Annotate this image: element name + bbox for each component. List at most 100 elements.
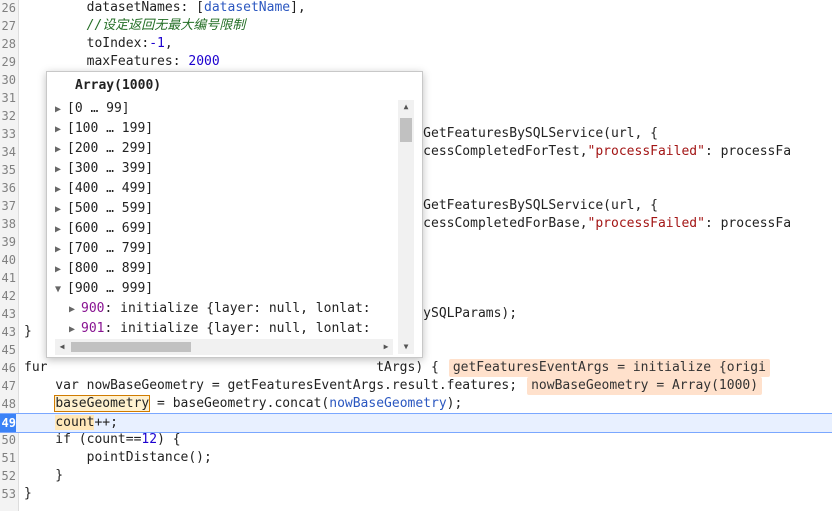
- array-range-item[interactable]: ▶ [100 … 199]: [55, 119, 435, 139]
- array-range-item[interactable]: ▶ [400 … 499]: [55, 179, 435, 199]
- code-token: }: [24, 486, 32, 501]
- line-number[interactable]: 53: [0, 485, 16, 503]
- collapsed-triangle-icon[interactable]: ▶: [55, 160, 67, 180]
- array-range-label: [300 … 399]: [67, 161, 154, 176]
- line-number[interactable]: 27: [0, 17, 16, 35]
- line-number[interactable]: 50: [0, 431, 16, 449]
- array-range-label: [900 … 999]: [67, 281, 154, 296]
- code-token: pointDistance();: [24, 450, 212, 465]
- line-number[interactable]: 34: [0, 143, 16, 161]
- code-line: 27 //设定返回无最大编号限制: [0, 17, 832, 35]
- array-element-value: initialize {layer: null, lonlat:: [120, 301, 371, 316]
- code-token: var nowBaseGeometry = getFeaturesEventAr…: [24, 378, 518, 393]
- code-token: //设定返回无最大编号限制: [24, 18, 246, 33]
- code-line: 52 }: [0, 467, 832, 485]
- array-range-label: [700 … 799]: [67, 241, 154, 256]
- array-group-list: ▶ [0 … 99] ▶ [100 … 199] ▶ [200 … 299] ▶ [300 ……: [55, 99, 435, 359]
- popover-title: Array(1000): [75, 78, 162, 93]
- line-number[interactable]: 36: [0, 179, 16, 197]
- array-range-item[interactable]: ▶ [0 … 99]: [55, 99, 435, 119]
- scroll-thumb[interactable]: [400, 118, 412, 142]
- collapsed-triangle-icon[interactable]: ▶: [55, 120, 67, 140]
- line-number[interactable]: 31: [0, 89, 16, 107]
- code-line: 49 count++;: [0, 413, 832, 433]
- line-number[interactable]: 45: [0, 341, 16, 359]
- code-token: "processFailed": [587, 144, 705, 159]
- array-element-item[interactable]: ▶ 900: initialize {layer: null, lonlat:: [55, 299, 435, 319]
- collapsed-triangle-icon[interactable]: ▶: [55, 200, 67, 220]
- scroll-up-arrow-icon[interactable]: ▲: [398, 100, 414, 114]
- collapsed-triangle-icon[interactable]: ▶: [69, 300, 81, 320]
- array-range-label: [500 … 599]: [67, 201, 154, 216]
- line-number[interactable]: 26: [0, 0, 16, 17]
- line-number[interactable]: 30: [0, 71, 16, 89]
- code-text: maxFeatures: 2000: [24, 53, 220, 71]
- expanded-triangle-icon[interactable]: ▼: [55, 280, 67, 300]
- code-line: 26 datasetNames: [datasetName],: [0, 0, 832, 17]
- collapsed-triangle-icon[interactable]: ▶: [55, 260, 67, 280]
- line-number[interactable]: 43: [0, 323, 16, 341]
- line-number[interactable]: 40: [0, 251, 16, 269]
- line-number[interactable]: 39: [0, 233, 16, 251]
- collapsed-triangle-icon[interactable]: ▶: [55, 180, 67, 200]
- code-text: }: [24, 323, 32, 341]
- array-element-value: initialize {layer: null, lonlat:: [120, 321, 371, 336]
- scroll-right-arrow-icon[interactable]: ▶: [379, 339, 393, 355]
- collapsed-triangle-icon[interactable]: ▶: [55, 140, 67, 160]
- collapsed-triangle-icon[interactable]: ▶: [55, 240, 67, 260]
- code-token: : processFa: [704, 144, 792, 159]
- line-number[interactable]: 41: [0, 269, 16, 287]
- code-token: ],: [290, 0, 306, 15]
- array-range-label: [600 … 699]: [67, 221, 154, 236]
- array-range-item[interactable]: ▶ [300 … 399]: [55, 159, 435, 179]
- code-token: = baseGeometry.concat(: [149, 396, 330, 411]
- code-token: ) {: [157, 432, 181, 447]
- code-token: }: [24, 324, 32, 339]
- array-range-label: [0 … 99]: [67, 101, 130, 116]
- array-element-item[interactable]: ▶ 901: initialize {layer: null, lonlat:: [55, 319, 435, 339]
- collapsed-triangle-icon[interactable]: ▶: [69, 320, 81, 340]
- line-number[interactable]: 47: [0, 377, 16, 395]
- array-range-item[interactable]: ▶ [700 … 799]: [55, 239, 435, 259]
- line-number[interactable]: 29: [0, 53, 16, 71]
- popover-horizontal-scrollbar[interactable]: ◀ ▶: [55, 339, 393, 355]
- array-range-item[interactable]: ▶ [500 … 599]: [55, 199, 435, 219]
- line-number[interactable]: 42: [0, 287, 16, 305]
- code-line: 51 pointDistance();: [0, 449, 832, 467]
- line-number[interactable]: 43: [0, 305, 16, 323]
- collapsed-triangle-icon[interactable]: ▶: [55, 100, 67, 120]
- code-text: pointDistance();: [24, 449, 212, 467]
- array-range-item[interactable]: ▼ [900 … 999]: [55, 279, 435, 299]
- line-number[interactable]: 38: [0, 215, 16, 233]
- key-separator: :: [104, 301, 121, 316]
- array-range-item[interactable]: ▶ [600 … 699]: [55, 219, 435, 239]
- scroll-down-arrow-icon[interactable]: ▼: [398, 340, 414, 354]
- code-token: }: [24, 468, 64, 483]
- line-number[interactable]: 33: [0, 125, 16, 143]
- line-number[interactable]: 51: [0, 449, 16, 467]
- line-number[interactable]: 37: [0, 197, 16, 215]
- key-separator: :: [104, 321, 121, 336]
- code-text: }: [24, 467, 63, 485]
- line-number[interactable]: 28: [0, 35, 16, 53]
- array-index-key: 900: [81, 301, 105, 316]
- code-text: }: [24, 485, 32, 503]
- collapsed-triangle-icon[interactable]: ▶: [55, 220, 67, 240]
- array-range-item[interactable]: ▶ [200 … 299]: [55, 139, 435, 159]
- code-token: 2000: [188, 54, 220, 69]
- line-number[interactable]: 49: [0, 414, 16, 432]
- array-range-item[interactable]: ▶ [800 … 899]: [55, 259, 435, 279]
- line-number[interactable]: 35: [0, 161, 16, 179]
- line-number[interactable]: 52: [0, 467, 16, 485]
- popover-vertical-scrollbar[interactable]: ▲ ▼: [398, 100, 414, 354]
- scroll-thumb-horizontal[interactable]: [71, 342, 191, 352]
- code-token: if (count==: [24, 432, 142, 447]
- code-token: fur tArgs) {: [24, 360, 439, 375]
- line-number[interactable]: 46: [0, 359, 16, 377]
- code-token: datasetName: [204, 0, 291, 15]
- code-token: maxFeatures:: [24, 54, 189, 69]
- array-preview-popover: Array(1000) ▶ [0 … 99] ▶ [100 … 199] ▶ [200 ……: [46, 71, 423, 358]
- line-number[interactable]: 48: [0, 395, 16, 413]
- scroll-left-arrow-icon[interactable]: ◀: [55, 339, 69, 355]
- line-number[interactable]: 32: [0, 107, 16, 125]
